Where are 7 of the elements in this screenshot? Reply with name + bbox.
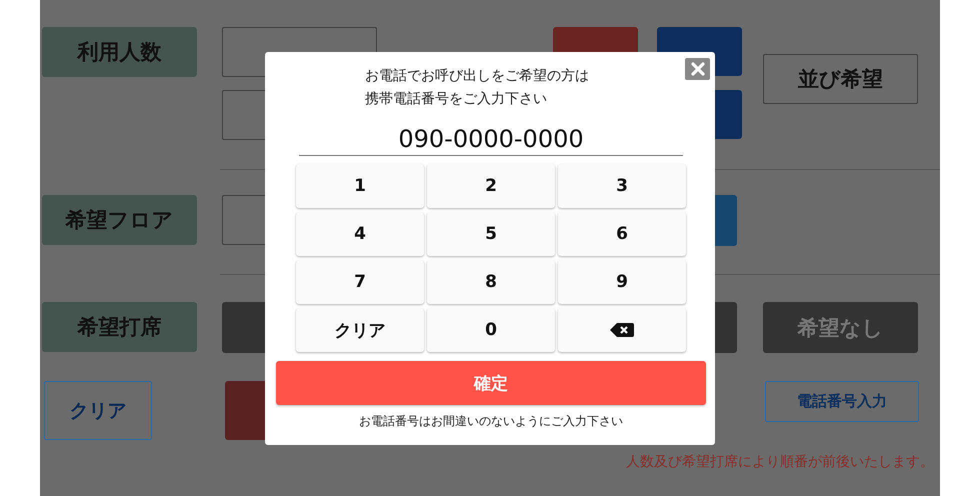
dialog-message: お電話でお呼び出しをご希望の方は bbox=[365, 67, 589, 86]
section-label: 希望打席 bbox=[42, 302, 197, 352]
section-label: 希望フロア bbox=[42, 195, 197, 245]
dialog-note: お電話番号はお間違いのないようにご入力下さい bbox=[359, 414, 623, 428]
section-label: 利用人数 bbox=[42, 27, 197, 77]
notice-text: 人数及び希望打席により順番が前後いたします。 bbox=[626, 453, 934, 471]
dialog-message: 携帯電話番号をご入力下さい bbox=[365, 90, 548, 109]
